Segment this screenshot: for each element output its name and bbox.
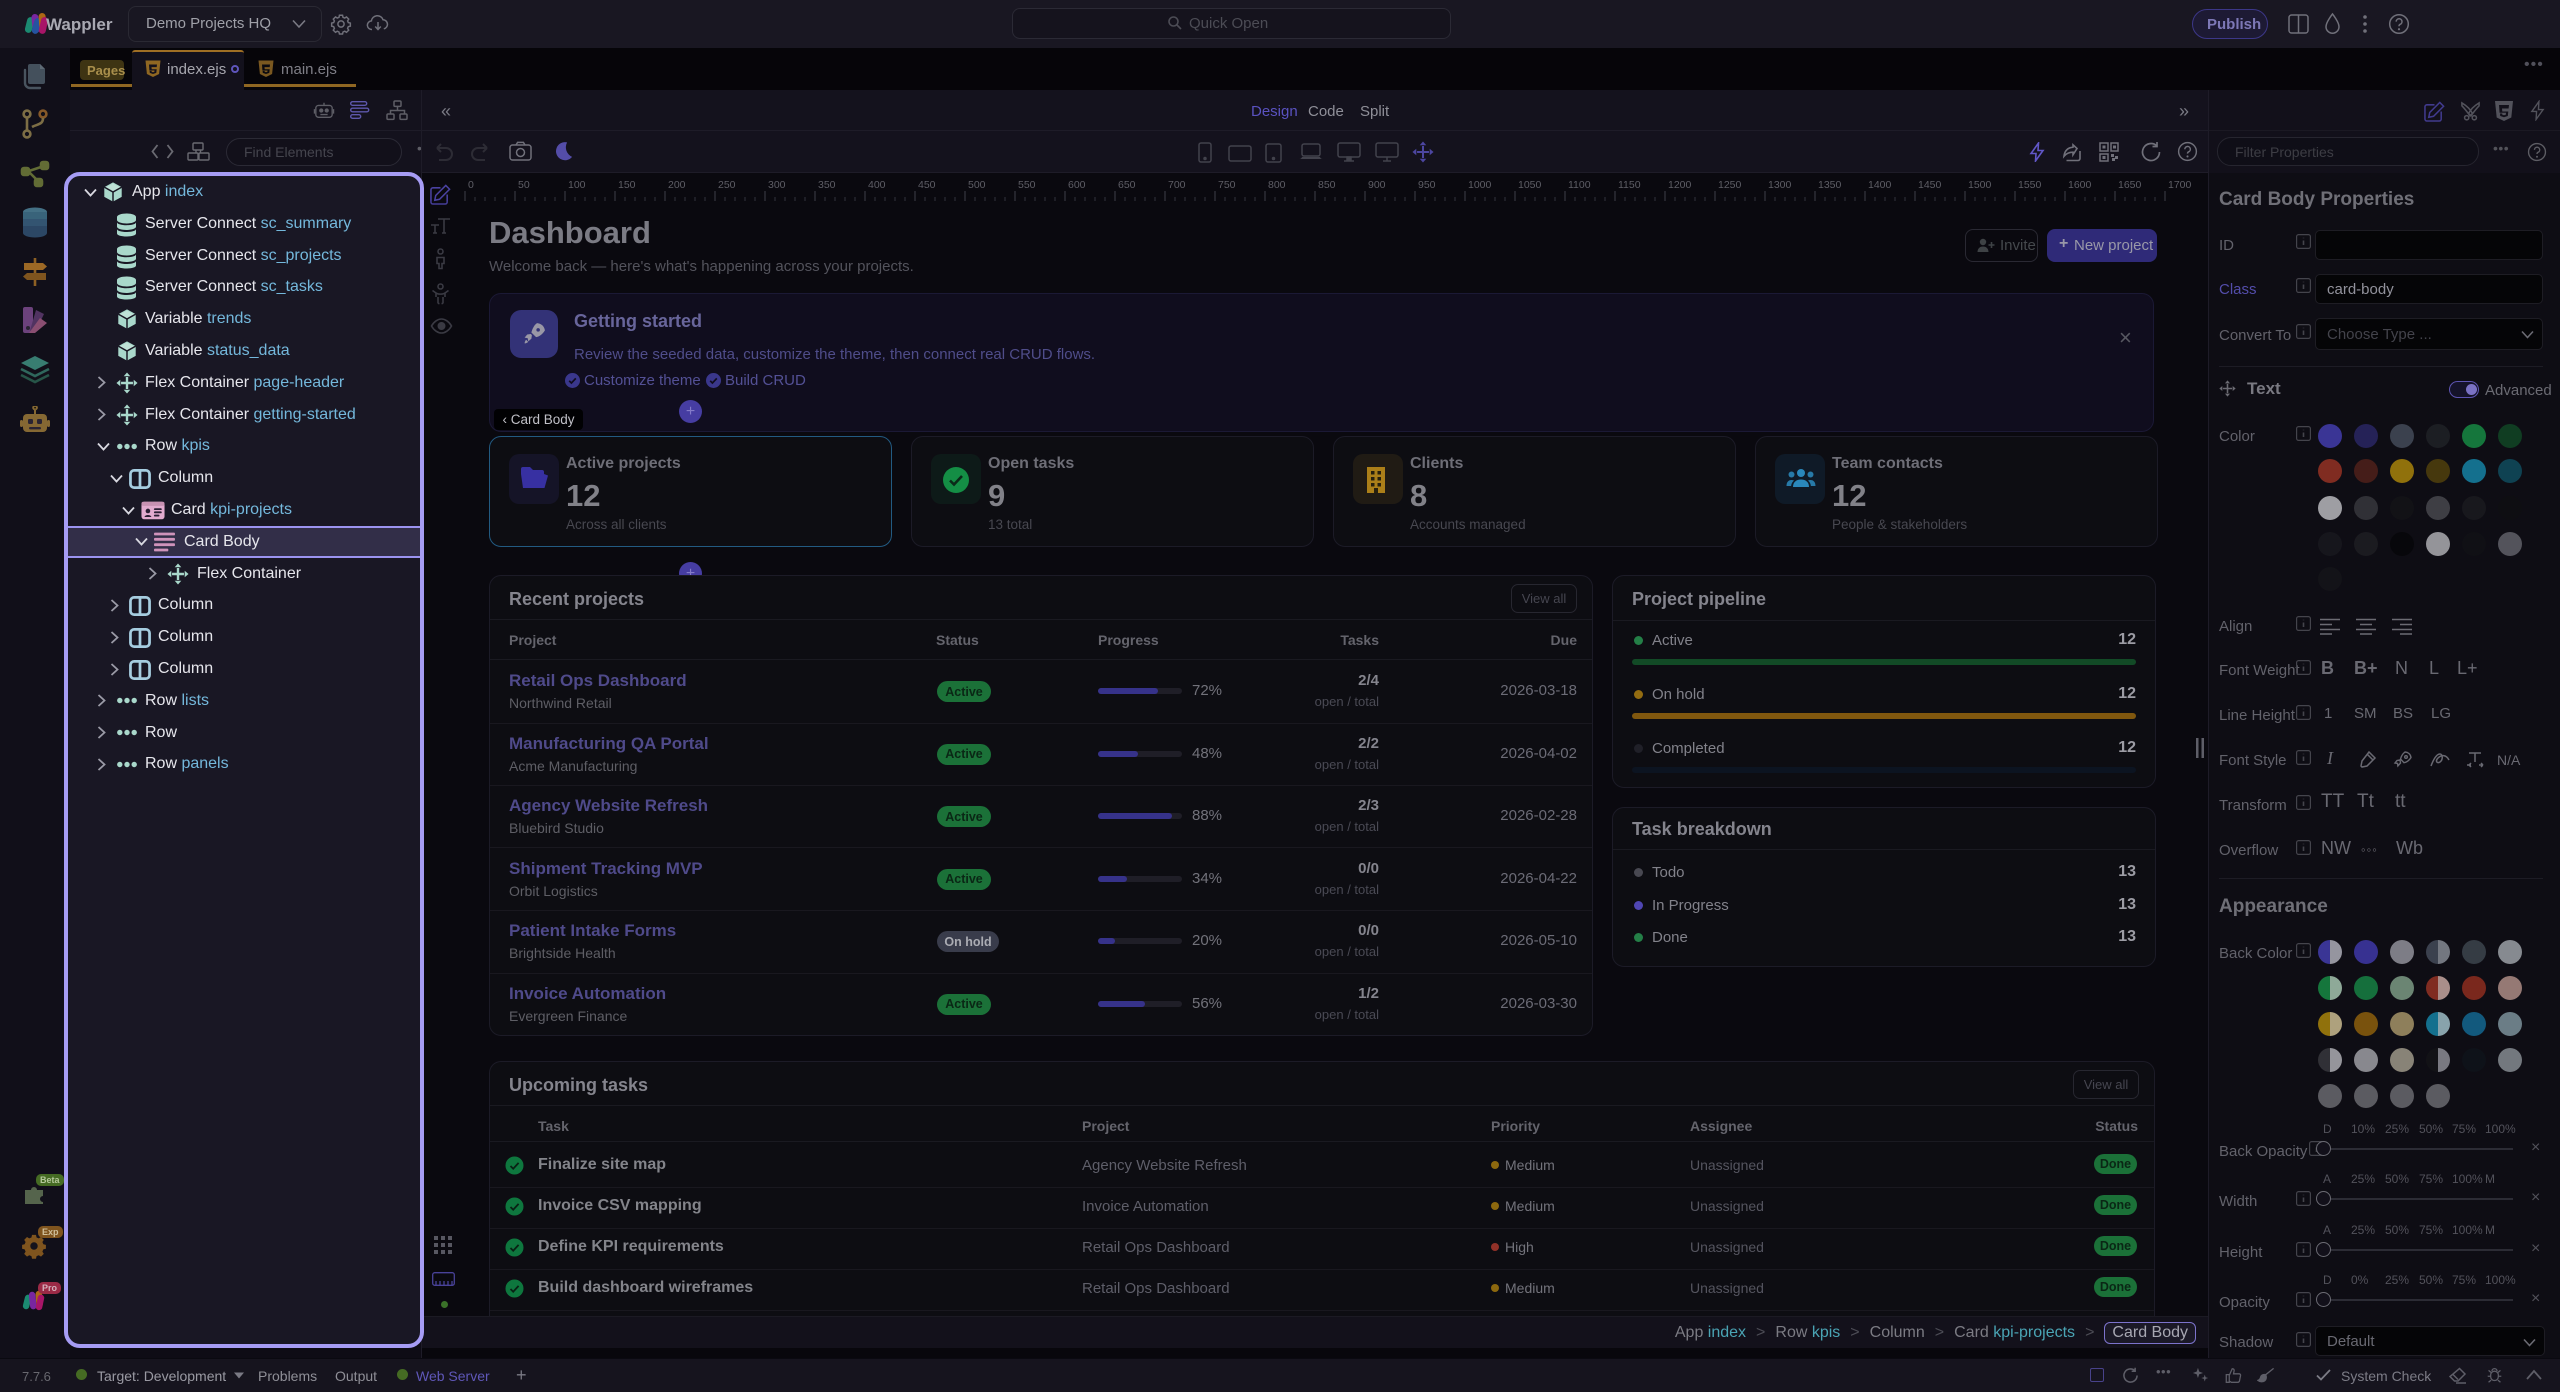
svg-text:800: 800 [1268, 179, 1286, 191]
svg-text:900: 900 [1368, 179, 1386, 191]
svg-text:1650: 1650 [2118, 179, 2142, 191]
svg-text:1300: 1300 [1768, 179, 1792, 191]
svg-text:150: 150 [618, 179, 636, 191]
svg-text:1000: 1000 [1468, 179, 1492, 191]
svg-text:1100: 1100 [1568, 179, 1591, 191]
svg-text:1600: 1600 [2068, 179, 2092, 191]
svg-text:500: 500 [968, 179, 986, 191]
svg-text:650: 650 [1118, 179, 1136, 191]
svg-text:0: 0 [468, 179, 474, 191]
svg-text:1200: 1200 [1668, 179, 1692, 191]
svg-text:550: 550 [1018, 179, 1036, 191]
svg-text:1700: 1700 [2168, 179, 2192, 191]
svg-text:1250: 1250 [1718, 179, 1742, 191]
svg-text:350: 350 [818, 179, 836, 191]
svg-text:300: 300 [768, 179, 786, 191]
svg-text:1450: 1450 [1918, 179, 1942, 191]
svg-text:200: 200 [668, 179, 686, 191]
svg-text:100: 100 [568, 179, 586, 191]
svg-text:850: 850 [1318, 179, 1336, 191]
svg-text:750: 750 [1218, 179, 1236, 191]
svg-text:950: 950 [1418, 179, 1436, 191]
svg-text:1050: 1050 [1518, 179, 1542, 191]
svg-text:50: 50 [518, 179, 530, 191]
svg-text:450: 450 [918, 179, 936, 191]
svg-text:1500: 1500 [1968, 179, 1992, 191]
svg-text:1150: 1150 [1618, 179, 1641, 191]
svg-text:700: 700 [1168, 179, 1186, 191]
svg-text:1550: 1550 [2018, 179, 2042, 191]
svg-text:600: 600 [1068, 179, 1086, 191]
svg-text:1400: 1400 [1868, 179, 1892, 191]
svg-text:400: 400 [868, 179, 886, 191]
svg-text:1350: 1350 [1818, 179, 1842, 191]
svg-text:250: 250 [718, 179, 736, 191]
